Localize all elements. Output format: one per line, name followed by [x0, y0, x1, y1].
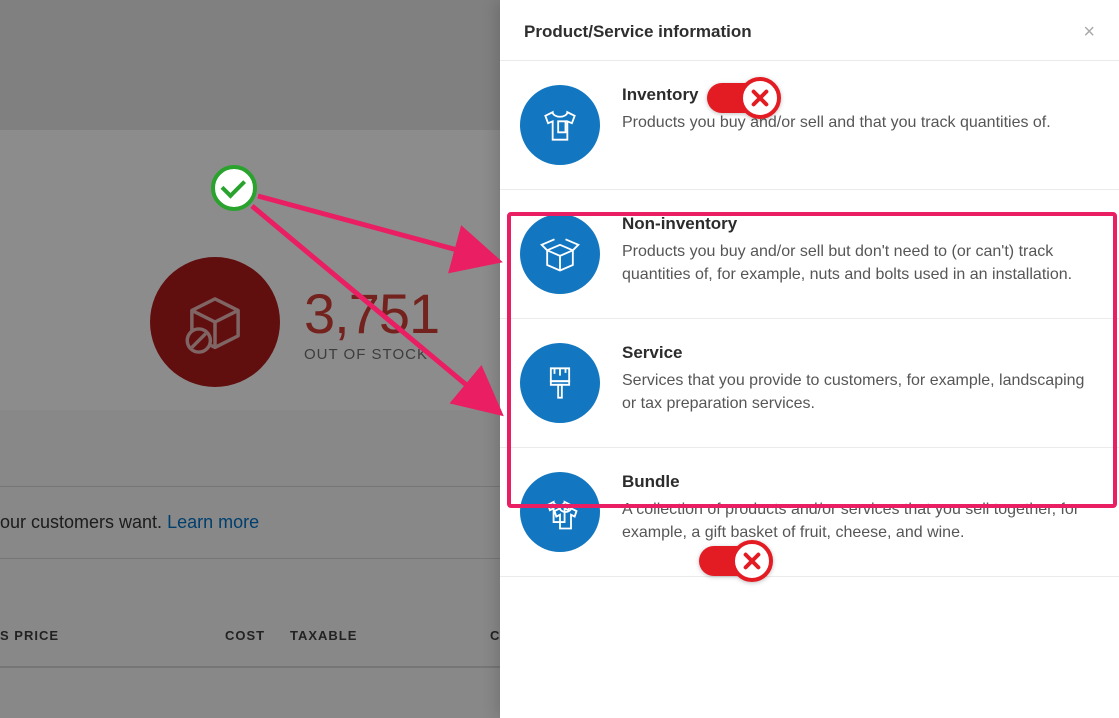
tshirts-icon: [520, 472, 600, 552]
option-desc: A collection of products and/or services…: [622, 498, 1097, 544]
option-name: Non-inventory: [622, 214, 1097, 234]
option-inventory[interactable]: Inventory Products you buy and/or sell a…: [500, 61, 1119, 190]
panel-title: Product/Service information: [524, 22, 752, 42]
option-desc: Products you buy and/or sell and that yo…: [622, 111, 1097, 134]
tshirt-icon: [520, 85, 600, 165]
option-name: Service: [622, 343, 1097, 363]
annotation-x-inventory: [707, 77, 781, 119]
annotation-x-bundle: [699, 540, 773, 582]
option-bundle[interactable]: Bundle A collection of products and/or s…: [500, 448, 1119, 577]
option-service[interactable]: Service Services that you provide to cus…: [500, 319, 1119, 448]
annotation-check-icon: [211, 165, 257, 211]
paintbrush-icon: [520, 343, 600, 423]
option-desc: Services that you provide to customers, …: [622, 369, 1097, 415]
panel-header: Product/Service information ×: [500, 0, 1119, 61]
option-name: Inventory: [622, 85, 1097, 105]
option-non-inventory[interactable]: Non-inventory Products you buy and/or se…: [500, 190, 1119, 319]
option-desc: Products you buy and/or sell but don't n…: [622, 240, 1097, 286]
product-service-info-panel: Product/Service information × Inventory …: [500, 0, 1119, 718]
option-list: Inventory Products you buy and/or sell a…: [500, 61, 1119, 577]
open-box-icon: [520, 214, 600, 294]
close-icon[interactable]: ×: [1083, 22, 1095, 42]
option-name: Bundle: [622, 472, 1097, 492]
